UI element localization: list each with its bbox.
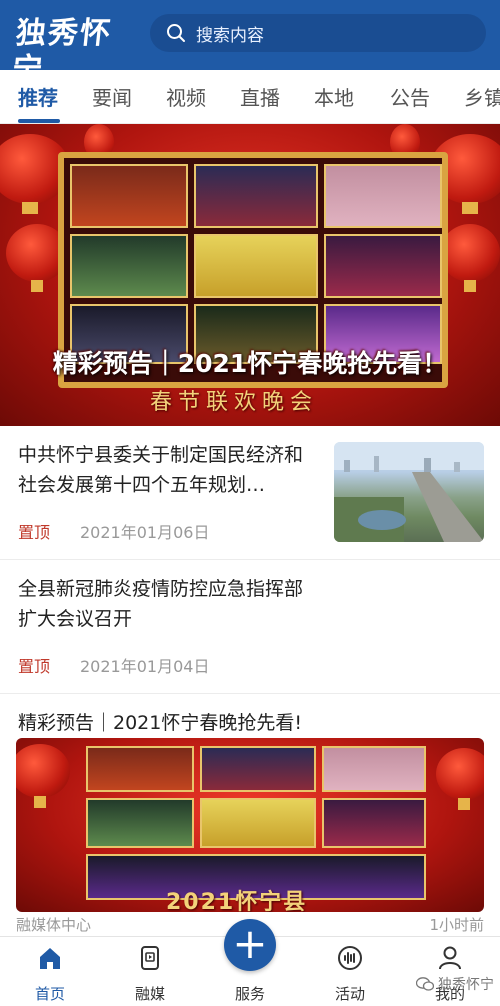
news-date: 2021年01月06日 [80, 523, 210, 542]
stage-photo [194, 164, 318, 228]
aerial-city-photo [334, 442, 484, 542]
nav-services[interactable]: + 服务 [210, 919, 290, 1006]
stage-photo [70, 164, 188, 228]
lantern-decoration [440, 224, 500, 292]
app-logo[interactable]: 独秀怀宁 [10, 16, 138, 87]
news-wide-thumbnail[interactable]: 2021怀宁县 [16, 738, 484, 912]
active-tab-indicator [18, 119, 60, 123]
user-icon [439, 946, 461, 970]
bottom-nav: 首页 融媒 + 服务 活动 我的 [0, 919, 500, 1006]
nav-label: 服务 [234, 985, 265, 1003]
nav-media[interactable]: 融媒 [110, 937, 190, 1006]
banner-caption: 精彩预告｜2021怀宁春晚抢先看！ [52, 349, 448, 378]
media-icon [141, 946, 159, 970]
stage-photo [322, 746, 426, 792]
pinned-badge: 置顶 [18, 657, 51, 676]
featured-banner[interactable]: 精彩预告｜2021怀宁春晚抢先看！ 春节联欢晚会 [0, 124, 500, 426]
thumbnail-overlay-text: 2021怀宁县 [166, 890, 308, 912]
nav-home[interactable]: 首页 [10, 937, 90, 1006]
wechat-icon [416, 977, 434, 991]
wechat-watermark: 独秀怀宁 [416, 974, 494, 994]
tab-recommend[interactable]: 推荐 [18, 82, 58, 111]
news-source: 融媒体中心 [16, 916, 92, 934]
watermark-text: 独秀怀宁 [438, 977, 494, 993]
tab-local[interactable]: 本地 [314, 82, 354, 111]
news-title: 中共怀宁县委关于制定国民经济和社会发展第十四个五年规划… [18, 444, 304, 496]
tab-towns[interactable]: 乡镇 [464, 82, 500, 111]
pinned-badge: 置顶 [18, 523, 51, 542]
stage-photo [322, 798, 426, 848]
lantern-decoration [16, 744, 70, 808]
news-title: 精彩预告｜2021怀宁春晚抢先看! [18, 712, 302, 734]
news-item[interactable]: 中共怀宁县委关于制定国民经济和社会发展第十四个五年规划… 置顶 2021年01月… [0, 426, 500, 560]
stage-photo [194, 234, 318, 298]
stage-photo [200, 746, 316, 792]
category-tabs: 推荐 要闻 视频 直播 本地 公告 乡镇 [0, 70, 500, 124]
tab-video[interactable]: 视频 [166, 82, 206, 111]
search-bar[interactable]: 搜索内容 [150, 14, 486, 52]
news-item[interactable]: 全县新冠肺炎疫情防控应急指挥部扩大会议召开 置顶 2021年01月04日 [0, 560, 500, 694]
plus-icon: + [224, 919, 276, 971]
tab-notice[interactable]: 公告 [390, 82, 430, 111]
search-icon [167, 24, 185, 42]
app-header: 独秀怀宁 搜索内容 [0, 0, 500, 87]
stage-photo [86, 798, 194, 848]
tab-live[interactable]: 直播 [240, 82, 280, 111]
lantern-decoration [436, 748, 484, 810]
news-thumbnail [334, 442, 484, 542]
stage-photo [324, 164, 442, 228]
home-icon [40, 948, 60, 969]
nav-activities[interactable]: 活动 [310, 937, 390, 1006]
search-placeholder: 搜索内容 [196, 25, 264, 46]
nav-label: 首页 [34, 985, 65, 1003]
nav-label: 融媒 [134, 985, 165, 1003]
stage-photo [70, 234, 188, 298]
stage-photo [324, 234, 442, 298]
stage-photo [200, 798, 316, 848]
banner-subtitle: 春节联欢晚会 [150, 390, 319, 415]
news-title: 全县新冠肺炎疫情防控应急指挥部扩大会议召开 [18, 578, 304, 630]
nav-label: 活动 [334, 985, 365, 1003]
news-date: 2021年01月04日 [80, 657, 210, 676]
nav-profile[interactable]: 我的 [410, 937, 490, 1006]
audio-wave-icon [338, 946, 362, 970]
tab-headlines[interactable]: 要闻 [92, 82, 132, 111]
stage-photo [86, 746, 194, 792]
news-time: 1小时前 [429, 916, 484, 934]
